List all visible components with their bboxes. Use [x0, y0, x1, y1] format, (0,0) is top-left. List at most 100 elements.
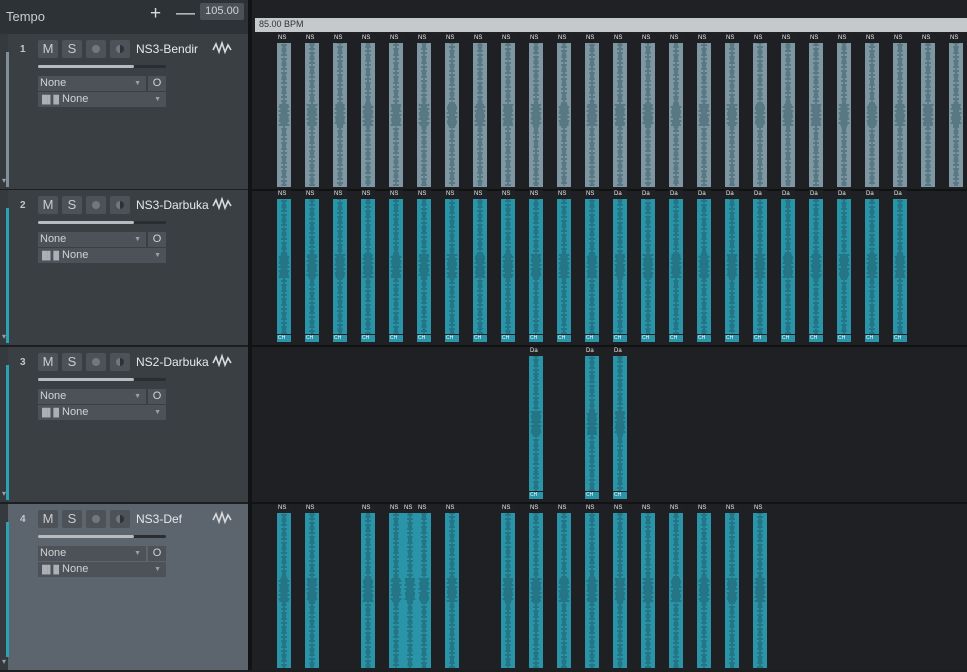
audio-clip[interactable]: Da CH	[613, 347, 627, 500]
audio-clip[interactable]: NS	[697, 504, 711, 668]
audio-clip[interactable]: NS	[473, 34, 487, 187]
audio-clip[interactable]: NS	[529, 504, 543, 668]
audio-clip[interactable]: NS CH	[277, 190, 291, 343]
audio-clip[interactable]: NS	[641, 34, 655, 187]
audio-clip[interactable]: NS	[445, 34, 459, 187]
output-toggle-button[interactable]: O	[148, 76, 166, 91]
audio-clip[interactable]: NS	[753, 504, 767, 668]
record-arm-button[interactable]	[86, 510, 106, 528]
input-select[interactable]: None ▼	[38, 76, 146, 91]
track-name[interactable]: NS3-Bendir	[136, 42, 198, 56]
instrument-select[interactable]: █▌█ None ▼	[38, 248, 166, 263]
solo-button[interactable]: S	[62, 40, 82, 58]
audio-clip[interactable]: Da CH	[753, 190, 767, 343]
audio-clip[interactable]: Da CH	[865, 190, 879, 343]
tempo-remove-button[interactable]: —	[176, 3, 195, 25]
volume-slider[interactable]	[38, 535, 166, 538]
track-header[interactable]: ▾ 3 M S NS2-Darbuka None ▼ O █▌█ None ▼	[0, 347, 248, 504]
record-arm-button[interactable]	[86, 196, 106, 214]
audio-clip[interactable]: NS	[613, 34, 627, 187]
waveform-icon[interactable]	[212, 40, 232, 56]
audio-clip[interactable]: Da CH	[697, 190, 711, 343]
expand-chevron-icon[interactable]: ▾	[2, 489, 6, 498]
track-lane[interactable]: NS NS NS NS NS NS NS NS NS NS NS NS NS N…	[252, 34, 967, 191]
audio-clip[interactable]: Da CH	[893, 190, 907, 343]
monitor-button[interactable]	[110, 40, 130, 58]
audio-clip[interactable]: Da CH	[641, 190, 655, 343]
audio-clip[interactable]: Da CH	[809, 190, 823, 343]
audio-clip[interactable]: NS CH	[361, 190, 375, 343]
audio-clip[interactable]: Da CH	[725, 190, 739, 343]
audio-clip[interactable]: NS	[893, 34, 907, 187]
solo-button[interactable]: S	[62, 353, 82, 371]
audio-clip[interactable]: NS	[669, 504, 683, 668]
audio-clip[interactable]: Da CH	[781, 190, 795, 343]
audio-clip[interactable]: NS	[949, 34, 963, 187]
monitor-button[interactable]	[110, 353, 130, 371]
audio-clip[interactable]: NS CH	[473, 190, 487, 343]
audio-clip[interactable]: NS CH	[417, 190, 431, 343]
record-arm-button[interactable]	[86, 353, 106, 371]
audio-clip[interactable]: NS	[403, 504, 417, 668]
mute-button[interactable]: M	[38, 40, 58, 58]
audio-clip[interactable]: NS CH	[557, 190, 571, 343]
track-header[interactable]: ▾ 2 M S NS3-Darbuka None ▼ O █▌█ None ▼	[0, 190, 248, 347]
track-name[interactable]: NS2-Darbuka	[136, 355, 209, 369]
expand-chevron-icon[interactable]: ▾	[2, 176, 6, 185]
volume-slider[interactable]	[38, 378, 166, 381]
mute-button[interactable]: M	[38, 196, 58, 214]
audio-clip[interactable]: NS	[585, 504, 599, 668]
expand-chevron-icon[interactable]: ▾	[2, 657, 6, 666]
audio-clip[interactable]: NS	[501, 34, 515, 187]
audio-clip[interactable]: NS	[753, 34, 767, 187]
track-lane[interactable]: Da CH Da CH Da CH	[252, 347, 967, 504]
audio-clip[interactable]: NS	[389, 504, 403, 668]
audio-clip[interactable]: NS	[305, 504, 319, 668]
arrangement-view[interactable]: NS NS NS NS NS NS NS NS NS NS NS NS NS N…	[252, 34, 967, 670]
record-arm-button[interactable]	[86, 40, 106, 58]
audio-clip[interactable]: NS	[361, 34, 375, 187]
output-toggle-button[interactable]: O	[148, 546, 166, 561]
audio-clip[interactable]: NS CH	[501, 190, 515, 343]
tempo-bpm-bar[interactable]: 85.00 BPM	[255, 18, 967, 32]
audio-clip[interactable]: Da CH	[669, 190, 683, 343]
tempo-add-button[interactable]: +	[150, 3, 161, 25]
expand-chevron-icon[interactable]: ▾	[2, 332, 6, 341]
volume-slider[interactable]	[38, 221, 166, 224]
solo-button[interactable]: S	[62, 196, 82, 214]
mute-button[interactable]: M	[38, 353, 58, 371]
input-select[interactable]: None ▼	[38, 389, 146, 404]
audio-clip[interactable]: NS	[557, 504, 571, 668]
mute-button[interactable]: M	[38, 510, 58, 528]
instrument-select[interactable]: █▌█ None ▼	[38, 405, 166, 420]
audio-clip[interactable]: NS	[445, 504, 459, 668]
audio-clip[interactable]: NS CH	[389, 190, 403, 343]
audio-clip[interactable]: NS	[305, 34, 319, 187]
audio-clip[interactable]: Da CH	[585, 347, 599, 500]
audio-clip[interactable]: NS	[837, 34, 851, 187]
audio-clip[interactable]: NS	[669, 34, 683, 187]
audio-clip[interactable]: NS	[277, 504, 291, 668]
audio-clip[interactable]: NS CH	[305, 190, 319, 343]
track-lane[interactable]: NS NS NS NS NS NS NS NS NS NS NS NS NS N…	[252, 504, 967, 670]
audio-clip[interactable]: NS	[389, 34, 403, 187]
instrument-select[interactable]: █▌█ None ▼	[38, 92, 166, 107]
waveform-icon[interactable]	[212, 510, 232, 526]
audio-clip[interactable]: NS	[809, 34, 823, 187]
tempo-lane[interactable]: 85.00 BPM	[252, 0, 967, 34]
audio-clip[interactable]: NS	[277, 34, 291, 187]
input-select[interactable]: None ▼	[38, 232, 146, 247]
audio-clip[interactable]: NS CH	[585, 190, 599, 343]
track-header[interactable]: ▾ 4 M S NS3-Def None ▼ O █▌█ None ▼	[0, 504, 248, 672]
audio-clip[interactable]: Da CH	[529, 347, 543, 500]
audio-clip[interactable]: NS	[725, 504, 739, 668]
waveform-icon[interactable]	[212, 196, 232, 212]
audio-clip[interactable]: NS CH	[333, 190, 347, 343]
output-toggle-button[interactable]: O	[148, 232, 166, 247]
audio-clip[interactable]: NS	[921, 34, 935, 187]
audio-clip[interactable]: NS	[697, 34, 711, 187]
audio-clip[interactable]: NS	[361, 504, 375, 668]
track-lane[interactable]: NS CH NS CH NS CH NS CH NS CH NS CH NS C…	[252, 190, 967, 347]
audio-clip[interactable]: NS	[417, 34, 431, 187]
audio-clip[interactable]: Da CH	[837, 190, 851, 343]
